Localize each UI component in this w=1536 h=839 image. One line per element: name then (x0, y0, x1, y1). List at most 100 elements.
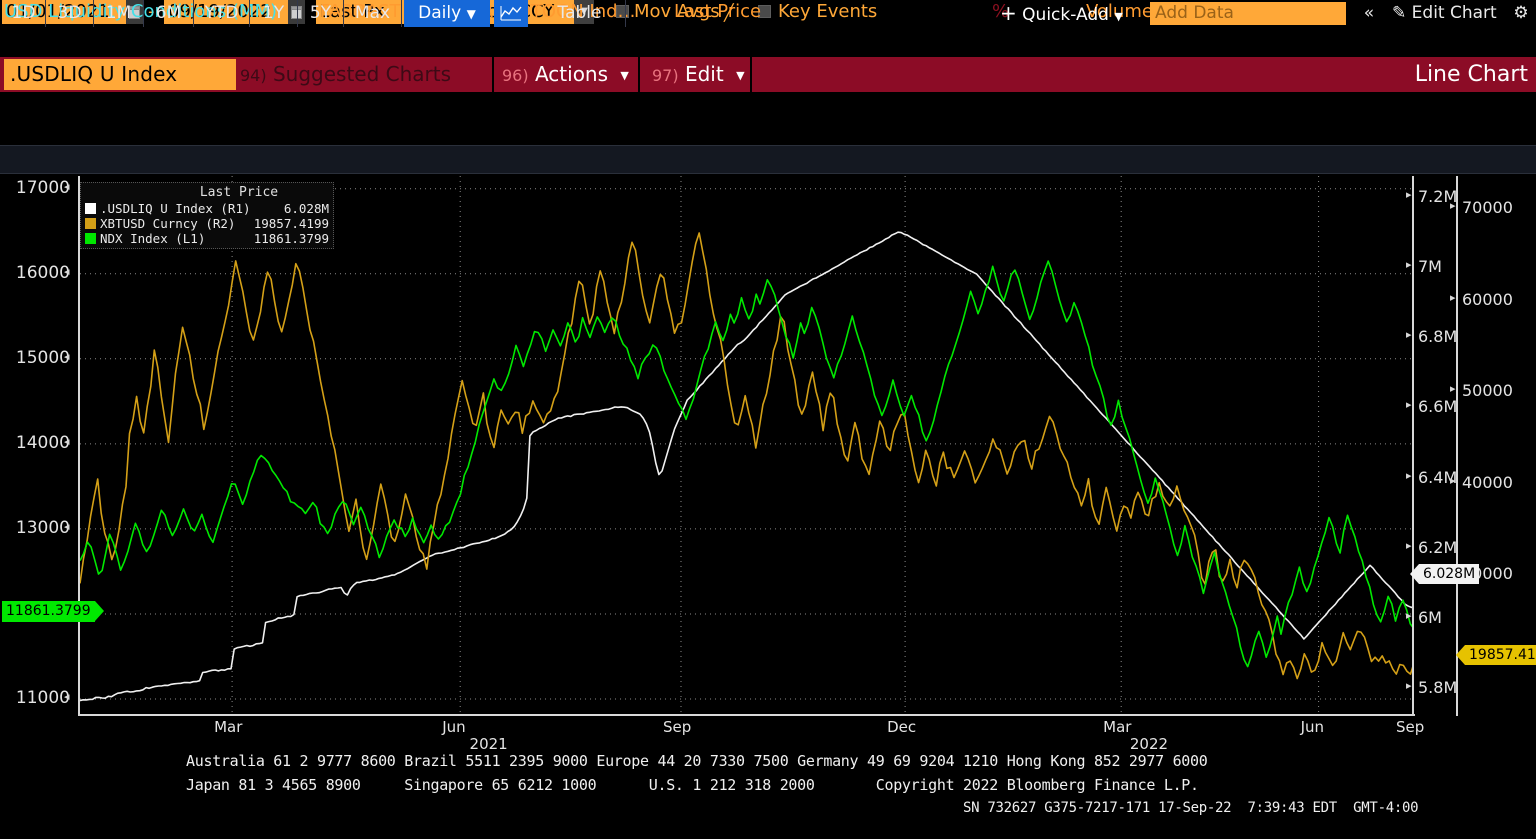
y-tick-right-2: 50000 (1462, 381, 1513, 401)
y-tick-marker: ▸ (1406, 398, 1412, 412)
y-tick-marker: ◂ (64, 179, 70, 193)
key-events-label[interactable]: Key Events (778, 0, 877, 24)
range-button-ytd[interactable]: YTD (194, 0, 250, 27)
chart-legend: Last Price .USDLIQ U Index (R1) 6.028M XBT… (80, 182, 334, 249)
range-button-max[interactable]: Max (344, 0, 402, 27)
legend-series-name: .USDLIQ U Index (R1) (100, 201, 251, 216)
y-tick-marker: ▸ (1406, 538, 1412, 552)
frequency-select[interactable]: Daily ▼ (404, 0, 490, 27)
actions-menu-button[interactable]: 96) Actions ▼ (492, 57, 640, 92)
range-button-1y[interactable]: 1Y (250, 0, 298, 27)
chart-plot-area[interactable] (78, 176, 1414, 716)
y-tick-marker: ◂ (64, 264, 70, 278)
quick-add-button[interactable]: + Quick-Add ▼ (1000, 0, 1123, 27)
legend-series-value: 11861.3799 (253, 231, 329, 246)
range-button-1m[interactable]: 1M (94, 0, 144, 27)
range-button-3d[interactable]: 3D (46, 0, 94, 27)
legend-series-name: XBTUSD Curncy (R2) (100, 216, 236, 231)
chart-type-title: Line Chart (1414, 62, 1528, 87)
range-button-6m[interactable]: 6M (144, 0, 194, 27)
chart-series-r1 (80, 231, 1414, 702)
chart-canvas (80, 176, 1414, 716)
y-tick-marker: ▸ (1450, 199, 1456, 213)
y-tick-marker: ◂ (64, 434, 70, 448)
edit-menu-button[interactable]: 97) Edit ▼ (644, 57, 752, 92)
x-tick-label: Jun (1300, 718, 1325, 736)
right-axis-2-line (1456, 176, 1458, 716)
legend-series-value: 19857.4199 (253, 216, 329, 231)
edit-number: 97) (652, 66, 679, 85)
y-tick-marker: ▸ (1406, 608, 1412, 622)
y-tick-left: 15000 (15, 347, 70, 368)
y-tick-right-1: 6.6M (1418, 397, 1458, 417)
ndx-last-price-flag: 11861.3799 (2, 601, 104, 622)
actions-label: Actions (534, 62, 609, 86)
y-tick-left: 14000 (15, 432, 70, 453)
y-tick-right-1: 6.2M (1418, 537, 1458, 557)
suggested-charts-label: Suggested Charts (272, 62, 452, 86)
range-button-1d[interactable]: 1D (2, 0, 46, 27)
add-data-input[interactable]: Add Data (1150, 2, 1346, 25)
x-tick-label: Mar (1103, 718, 1132, 736)
y-tick-right-2: 40000 (1462, 472, 1513, 492)
footer-line-2: Japan 81 3 4565 8900 Singapore 65 6212 1… (186, 776, 1199, 794)
y-tick-marker: ▸ (1406, 258, 1412, 272)
line-chart-icon[interactable] (494, 0, 528, 27)
legend-color-swatch (85, 233, 96, 244)
last-price-label: Last Price (674, 1, 762, 22)
legend-color-swatch (85, 203, 96, 214)
chevron-down-icon: ▼ (1114, 10, 1123, 23)
y-tick-marker: ▸ (1450, 382, 1456, 396)
footer-line-1: Australia 61 2 9777 8600 Brazil 5511 239… (186, 752, 1208, 770)
y-tick-marker: ▸ (1450, 473, 1456, 487)
y-tick-right-2: 60000 (1462, 289, 1513, 309)
legend-row: NDX Index (L1) 11861.3799 (85, 231, 329, 246)
legend-series-value: 6.028M (283, 201, 329, 216)
legend-series-name: NDX Index (L1) (100, 231, 206, 246)
table-view-button[interactable]: Table (534, 0, 626, 27)
gear-icon[interactable]: ⚙ (1508, 0, 1534, 27)
x-tick-label: Sep (1396, 718, 1425, 736)
chart-series-l1 (80, 260, 1414, 668)
collapse-icon[interactable]: « (1354, 0, 1384, 27)
range-button-5y[interactable]: 5Y (298, 0, 344, 27)
pencil-icon: ✎ (1392, 3, 1407, 23)
x-tick-label: Jun (442, 718, 466, 736)
chevron-down-icon: ▼ (466, 7, 476, 21)
quick-add-label: Quick-Add (1022, 5, 1109, 25)
y-tick-left: 17000 (15, 177, 70, 198)
suggested-charts-button[interactable]: 94) Suggested Charts (240, 57, 490, 92)
bloomberg-line-chart-window: .USDLIQ U Index 94) Suggested Charts 96)… (0, 0, 1536, 839)
edit-chart-button[interactable]: ✎ Edit Chart (1392, 0, 1497, 27)
y-tick-marker: ◂ (64, 519, 70, 533)
legend-row: .USDLIQ U Index (R1) 6.028M (85, 201, 329, 216)
y-tick-marker: ▸ (1450, 290, 1456, 304)
x-tick-label: Mar (214, 718, 243, 736)
y-tick-marker: ▸ (1406, 328, 1412, 342)
chart-toolbar (0, 145, 1536, 174)
edit-chart-label: Edit Chart (1411, 3, 1497, 23)
xbtusd-last-price-flag: 19857.4199 (1456, 645, 1536, 665)
chart-series-layer (80, 231, 1414, 702)
suggested-charts-number: 94) (240, 66, 267, 85)
chevron-down-icon: ▼ (736, 69, 745, 82)
x-axis-line (78, 714, 1415, 716)
y-tick-marker: ◂ (64, 689, 70, 703)
footer-line-3: SN 732627 G375-7217-171 17-Sep-22 7:39:4… (963, 800, 1419, 816)
x-year-label: 2022 (1129, 735, 1169, 753)
x-year-label: 2021 (469, 735, 508, 753)
actions-number: 96) (502, 66, 529, 85)
legend-title: Last Price (199, 185, 279, 200)
ticker-input[interactable]: .USDLIQ U Index (4, 59, 236, 90)
plus-icon: + (1000, 1, 1017, 25)
y-tick-marker: ▸ (1406, 188, 1412, 202)
y-tick-left: 11000 (15, 687, 70, 708)
legend-color-swatch (85, 218, 96, 229)
frequency-label: Daily (418, 3, 462, 23)
y-tick-right-1: 6.8M (1418, 327, 1458, 347)
y-tick-right-1: 6M (1418, 607, 1442, 627)
y-tick-right-1: 7M (1418, 257, 1442, 277)
y-tick-marker: ◂ (64, 349, 70, 363)
legend-row: XBTUSD Curncy (R2) 19857.4199 (85, 216, 329, 231)
chart-series-r2 (80, 232, 1414, 680)
